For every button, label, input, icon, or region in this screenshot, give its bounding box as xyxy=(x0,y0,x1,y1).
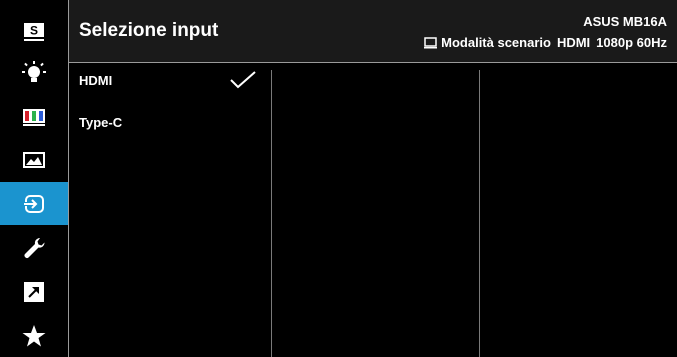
sidebar-item-splendid[interactable]: S xyxy=(0,10,68,53)
header-divider xyxy=(69,62,677,63)
bluelight-bulb-icon xyxy=(22,60,46,82)
sidebar-item-system-setup[interactable] xyxy=(0,226,68,269)
input-select-icon xyxy=(23,194,44,213)
monitor-model: ASUS MB16A xyxy=(583,14,667,29)
system-setup-wrench-icon xyxy=(24,237,45,258)
header-bar: Selezione input ASUS MB16A Modalità scen… xyxy=(69,0,677,62)
sidebar-item-favorite[interactable] xyxy=(0,314,68,357)
sidebar-item-bluelight[interactable] xyxy=(0,52,68,95)
osd-menu: S Selezione input ASUS MB16A Modalità sc… xyxy=(0,0,677,357)
shortcut-arrow-icon xyxy=(24,281,44,302)
favorite-star-icon xyxy=(22,324,46,346)
page-title: Selezione input xyxy=(79,20,219,41)
input-option-type-c[interactable]: Type-C xyxy=(79,115,122,130)
status-mode: Modalità scenario xyxy=(441,35,551,50)
splendid-s-label: S xyxy=(30,23,38,37)
status-line: Modalità scenario HDMI 1080p 60Hz xyxy=(424,35,667,50)
column-divider-2 xyxy=(479,70,480,357)
sidebar: S xyxy=(0,0,68,357)
monitor-icon xyxy=(424,36,438,48)
sidebar-item-shortcut[interactable] xyxy=(0,270,68,313)
column-divider-1 xyxy=(271,70,272,357)
sidebar-item-color[interactable] xyxy=(0,95,68,138)
input-option-hdmi[interactable]: HDMI xyxy=(79,73,112,88)
selected-check-icon xyxy=(230,71,256,89)
sidebar-item-image[interactable] xyxy=(0,138,68,181)
sidebar-item-input-select[interactable] xyxy=(0,182,68,225)
status-input: HDMI xyxy=(556,35,591,50)
color-bars-icon xyxy=(23,108,45,126)
status-resolution: 1080p 60Hz xyxy=(596,35,667,50)
image-icon xyxy=(23,151,45,168)
splendid-s-icon: S xyxy=(24,22,44,41)
